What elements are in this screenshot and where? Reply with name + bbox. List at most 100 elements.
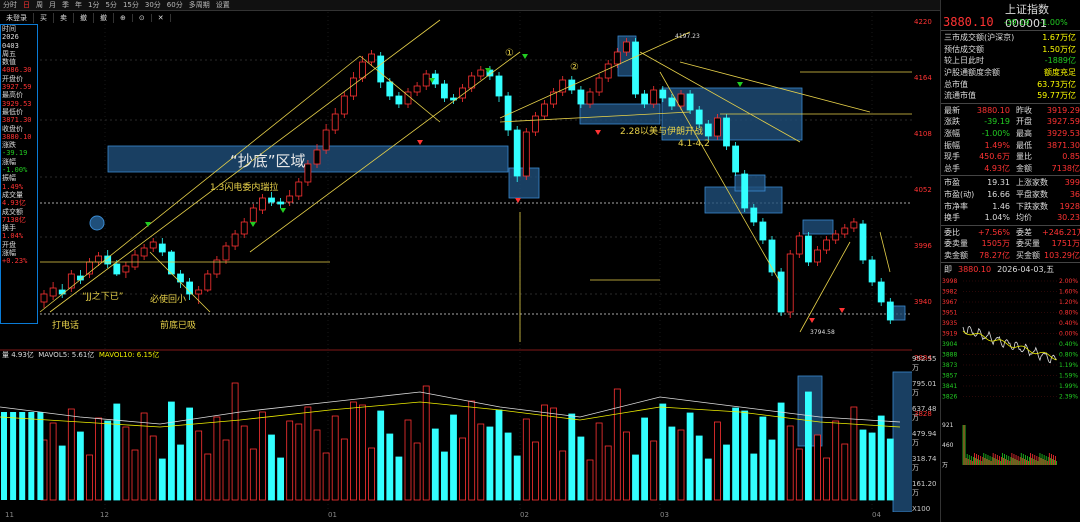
event-note: 1.3闪电委内瑞拉 <box>210 181 278 193</box>
quote-key: 沪股通额度余额 <box>944 68 1000 78</box>
volume-bar <box>313 429 321 501</box>
quote-key: 最低 <box>1016 140 1032 150</box>
volume-bar <box>786 425 794 501</box>
candle-body <box>577 89 585 105</box>
period-tab[interactable]: 15分 <box>120 0 142 10</box>
candle-body <box>805 235 812 263</box>
volume-bar <box>704 458 712 501</box>
candle-body <box>886 301 894 321</box>
volume-bar <box>805 391 812 501</box>
period-tab[interactable]: 60分 <box>164 0 186 10</box>
info-line: 振幅 <box>2 174 16 183</box>
volume-bar <box>149 435 157 501</box>
volume-bar <box>77 431 84 501</box>
volume-bar <box>532 441 539 501</box>
volume-bar <box>522 418 530 501</box>
quote-value: 1751万 <box>1051 239 1080 249</box>
period-tab[interactable]: 年 <box>72 0 85 10</box>
candle-body <box>695 109 703 125</box>
quote-value: 1.50万亿 <box>1042 44 1076 54</box>
info-line: 最高价 <box>2 91 23 100</box>
vol-tick: 318.74万 <box>912 455 937 472</box>
quote-value: 59.77万亿 <box>1037 91 1076 101</box>
mini-vol-tick: 460 <box>942 442 954 449</box>
info-line: 成交量 <box>2 190 23 199</box>
period-tab[interactable]: 月 <box>46 0 59 10</box>
volume-bar <box>568 413 576 501</box>
candle-body <box>268 197 275 203</box>
quote-value: 额度充足 <box>1044 68 1076 78</box>
mini-header: 即 3880.10 2026-04-03,五 <box>941 264 1080 275</box>
candle-body <box>814 249 821 263</box>
candle-body <box>868 259 876 283</box>
volume-bar <box>832 420 840 501</box>
candle-body <box>359 61 366 79</box>
mini-price-tick: 3904 <box>942 341 957 348</box>
volume-bar <box>604 445 612 501</box>
info-line: 3880.10 <box>2 132 32 141</box>
period-tab[interactable]: 季 <box>59 0 72 10</box>
quote-grid-row: 委比 +7.56% 委差 +246.21万 <box>941 227 1080 239</box>
period-tab[interactable]: 周 <box>33 0 46 10</box>
volume-bar <box>431 428 439 501</box>
volume-bar <box>613 388 621 501</box>
period-tab[interactable]: 设置 <box>213 0 233 10</box>
date-tick: 04 <box>872 511 881 519</box>
quote-key: 量比 <box>1016 152 1032 162</box>
mini-price-tick: 3982 <box>942 289 957 296</box>
volume-bar <box>222 439 230 501</box>
price-change: -39.19 <box>1003 17 1030 27</box>
vol-tick: 161.20万 <box>912 480 937 497</box>
period-tab[interactable]: 5分 <box>102 0 119 10</box>
quote-value: +7.56% <box>977 227 1010 237</box>
signal-arrow <box>417 140 423 145</box>
quote-value: 30.23 <box>1057 213 1080 223</box>
signal-arrow <box>839 308 845 313</box>
period-tab[interactable]: 日 <box>20 0 33 10</box>
period-tab[interactable]: 1分 <box>85 0 102 10</box>
quote-grid-row: 换手 1.04% 均价 30.23 <box>941 212 1080 224</box>
candle-body <box>632 41 639 95</box>
candle-body <box>277 201 285 205</box>
kline-chart[interactable]: “抄底”区域 1.3闪电委内瑞拉 2.28以美与伊朗开战 4.1-4.2 打电话 前底已吸… <box>0 12 912 512</box>
quote-grid-row: 市盈 19.31 上涨家数 399 <box>941 177 1080 189</box>
period-tab[interactable]: 多周期 <box>186 0 213 10</box>
quote-value: 4.93亿 <box>984 163 1010 173</box>
info-line: 4086.30 <box>2 66 32 75</box>
date-tick: 01 <box>328 511 337 519</box>
volume-bar <box>459 437 467 501</box>
period-tab[interactable]: 30分 <box>142 0 164 10</box>
volume-bar <box>377 410 385 501</box>
mini-tab[interactable]: 即 <box>944 264 952 275</box>
quote-value: 1.67万亿 <box>1042 33 1076 43</box>
mini-pct-tick: 0.80% <box>1059 310 1078 317</box>
quote-value: 0.85 <box>1062 152 1080 162</box>
mini-pct-tick: 0.80% <box>1059 352 1078 359</box>
signal-arrow <box>809 318 815 323</box>
volume-bar <box>886 438 894 501</box>
candle-body <box>313 149 321 165</box>
signal-arrow <box>145 222 151 227</box>
quote-value: 3880.10 <box>976 105 1010 115</box>
bottom-note: 前底已吸 <box>160 319 196 331</box>
candle-body <box>568 79 576 91</box>
mini-price-tick: 3873 <box>942 362 957 369</box>
trend-line <box>39 55 361 313</box>
volume-bar <box>850 406 858 501</box>
quote-key: 金额 <box>1016 163 1032 173</box>
volume-bar <box>95 417 102 501</box>
period-tab[interactable]: 分时 <box>0 0 20 10</box>
marker-circle <box>89 215 105 231</box>
volume-bar <box>868 432 876 501</box>
candle-body <box>413 85 421 93</box>
intraday-mini-chart[interactable]: 3998 2.00% 3982 1.60% 3967 1.20% 3951 0.80% 3935… <box>941 275 1080 470</box>
quote-row: 流通市值 59.77万亿 <box>941 90 1080 102</box>
quote-key: 均价 <box>1016 213 1032 223</box>
volume-bar <box>349 401 357 501</box>
quote-key: 最高 <box>1016 129 1032 139</box>
candle-body <box>841 227 849 235</box>
quote-grid-row: 市盈(动) 16.66 平盘家数 36 <box>941 189 1080 201</box>
quote-grid-row: 涨跌 -39.19 开盘 3927.59 <box>941 116 1080 128</box>
signal-arrow <box>522 54 528 59</box>
quote-grid-row: 涨幅 -1.00% 最高 3929.53 <box>941 128 1080 140</box>
